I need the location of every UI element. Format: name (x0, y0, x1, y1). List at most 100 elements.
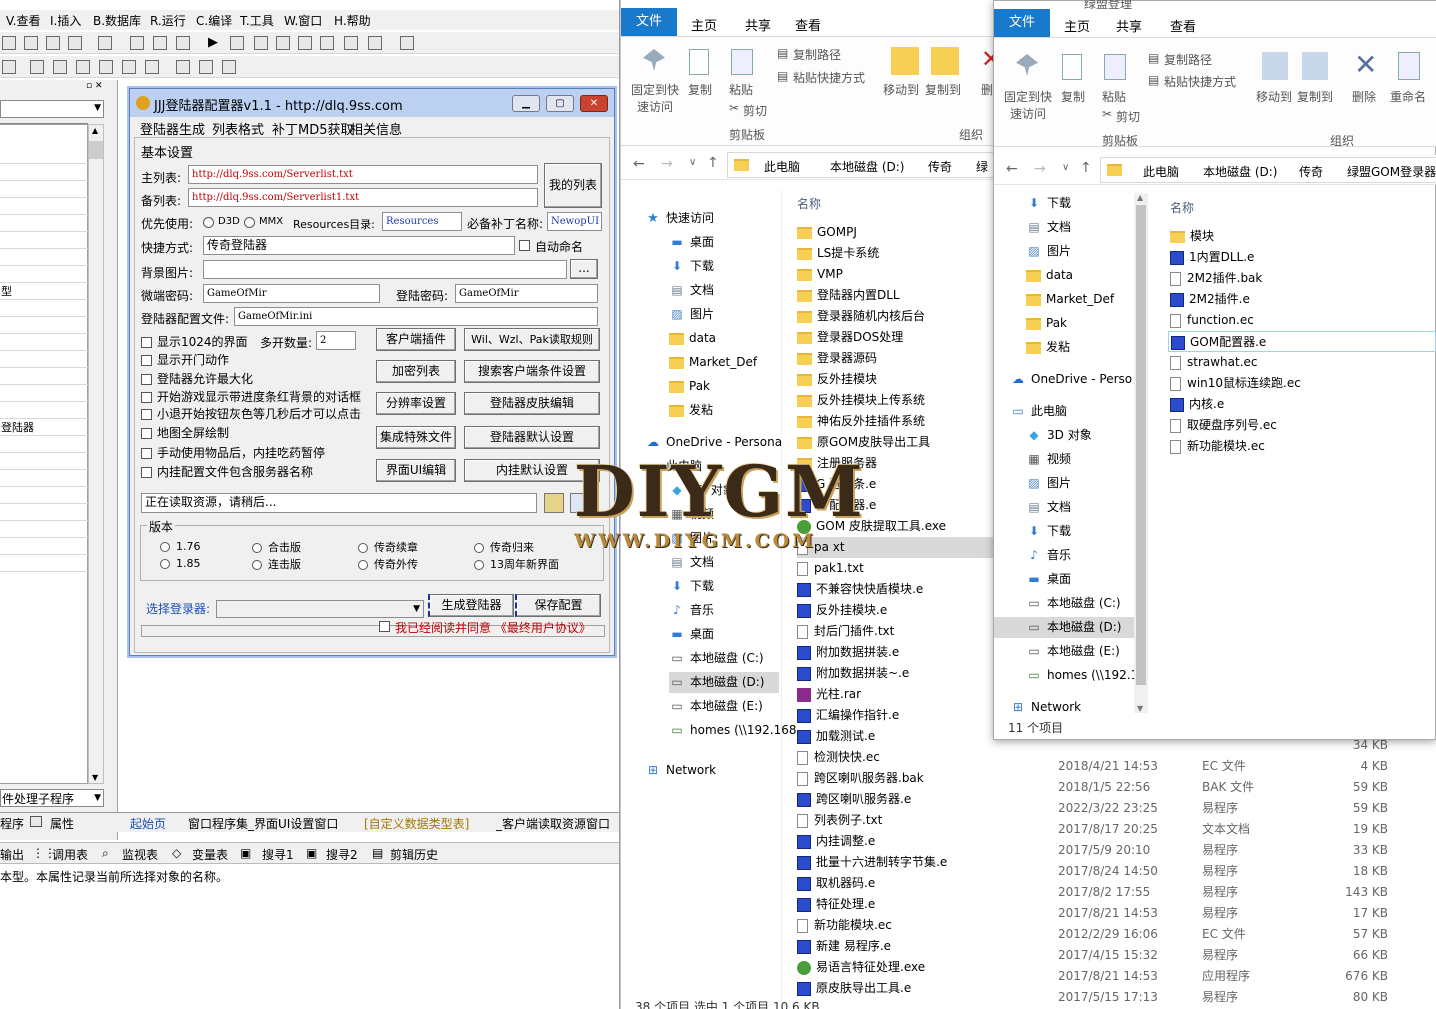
panel-buttons[interactable]: ▫ ✕ (86, 81, 114, 93)
property-row[interactable] (0, 232, 88, 249)
crumb-legend[interactable]: 传奇 (928, 158, 952, 175)
menu-item-7[interactable]: H.帮助 (334, 12, 371, 29)
nav-item[interactable]: ⬇ 下载 (669, 576, 779, 597)
menu-item-0[interactable]: V.查看 (6, 12, 40, 29)
nav-item[interactable]: ▭ 本地磁盘 (C:) (1026, 593, 1138, 614)
tab-md5[interactable]: 补丁MD5获取 (272, 119, 354, 138)
back-icon[interactable]: ← (1006, 161, 1018, 177)
nav-item[interactable]: ▭ 此电脑 (1010, 401, 1138, 422)
property-row[interactable] (0, 198, 88, 215)
nav-item[interactable]: 发粘 (1026, 337, 1138, 358)
align-center-icon[interactable] (30, 60, 44, 74)
auto-name-checkbox[interactable] (519, 240, 530, 251)
tab-generate[interactable]: 登陆器生成 (140, 119, 205, 138)
nav-item[interactable]: ▬ 桌面 (1026, 569, 1138, 590)
property-row[interactable] (0, 402, 88, 419)
property-row[interactable] (0, 453, 88, 470)
pin-quick-access-button[interactable]: 固定到快速访问 (627, 81, 683, 115)
property-row[interactable] (0, 555, 88, 572)
tab-home[interactable]: 主页 (1064, 16, 1090, 35)
breadcrumb[interactable]: 此电脑 本地磁盘 (D:) 传奇 绿盟GOM登录器 (1100, 157, 1436, 183)
nav-item[interactable]: ▭ 本地磁盘 (E:) (669, 696, 779, 717)
shortcut-input[interactable]: 传奇登陆器 (203, 236, 515, 255)
menu-item-2[interactable]: B.数据库 (93, 12, 141, 29)
nav-item[interactable]: ▭ 本地磁盘 (D:) (669, 672, 779, 693)
column-name-header[interactable]: 名称 (797, 195, 821, 212)
bg-input[interactable] (203, 260, 567, 279)
tab-share[interactable]: 共享 (745, 15, 771, 34)
config-file-input[interactable]: GameOfMir.ini (234, 307, 598, 326)
stop-icon[interactable] (230, 36, 244, 50)
tab-view[interactable]: 查看 (1170, 16, 1196, 35)
property-row[interactable] (0, 181, 88, 198)
property-row[interactable] (0, 487, 88, 504)
nav-item[interactable]: Pak (669, 376, 779, 397)
micro-pwd-input[interactable]: GameOfMir (203, 284, 380, 303)
property-row[interactable] (0, 300, 88, 317)
tab-property[interactable]: 属性 (50, 815, 74, 832)
cut-button[interactable]: 剪切 (1116, 108, 1140, 125)
property-row[interactable] (0, 249, 88, 266)
property-row[interactable] (0, 334, 88, 351)
crumb-drive[interactable]: 本地磁盘 (D:) (830, 158, 904, 175)
close-button[interactable]: ✕ (580, 95, 608, 112)
skin-edit-button[interactable]: 登陆器皮肤编辑 (464, 392, 600, 415)
tab-read-resource[interactable]: _客户端读取资源窗口 (496, 815, 610, 832)
tab-share[interactable]: 共享 (1116, 16, 1142, 35)
read-rules-button[interactable]: Wil、Wzl、Pak读取规则 (464, 328, 600, 351)
crumb-pc[interactable]: 此电脑 (1143, 163, 1179, 180)
crumb-folder[interactable]: 绿 (976, 158, 988, 175)
client-plugin-button[interactable]: 客户端插件 (376, 328, 456, 351)
nav-item[interactable]: ⊞ Network (1010, 697, 1138, 718)
spacing-icon[interactable] (99, 60, 113, 74)
menu-item-5[interactable]: T.工具 (240, 12, 274, 29)
nav-item[interactable]: ▤ 文档 (669, 280, 779, 301)
mmx-radio[interactable] (244, 217, 255, 228)
tool-icon[interactable] (400, 36, 414, 50)
forward-icon[interactable]: → (661, 156, 673, 172)
patch-input[interactable]: NewopUI (547, 212, 602, 231)
rename-button[interactable]: 重命名 (1390, 88, 1426, 105)
nav-item[interactable]: Market_Def (1026, 289, 1138, 310)
copy-to-button[interactable]: 复制到 (925, 81, 961, 98)
version-radio[interactable] (358, 542, 368, 553)
maximize-button[interactable]: ▢ (546, 95, 574, 112)
grid-icon[interactable] (222, 60, 236, 74)
property-row[interactable] (0, 317, 88, 334)
crumb-folder[interactable]: 绿盟GOM登录器 (1347, 163, 1436, 180)
tab-start-page[interactable]: 起始页 (130, 815, 166, 832)
default-settings-button[interactable]: 登陆器默认设置 (464, 426, 600, 449)
cut-button[interactable]: 剪切 (743, 102, 767, 119)
nav-item[interactable]: ☁ OneDrive - Perso (1010, 369, 1138, 390)
object-combo[interactable]: ▼ (0, 100, 104, 118)
file-row[interactable]: strawhat.ec (1168, 352, 1436, 373)
up-icon[interactable]: ↑ (707, 155, 719, 171)
version-radio[interactable] (474, 542, 484, 553)
version-radio[interactable] (358, 559, 368, 570)
scroll-thumb[interactable] (89, 141, 103, 159)
breadcrumb[interactable]: 此电脑 本地磁盘 (D:) 传奇 绿 (727, 152, 995, 178)
crumb-legend[interactable]: 传奇 (1299, 163, 1323, 180)
version-radio[interactable] (160, 541, 170, 552)
crumb-drive[interactable]: 本地磁盘 (D:) (1203, 163, 1277, 180)
delete-button[interactable]: 删除 (1352, 88, 1376, 105)
select-login-combo[interactable]: ▼ (216, 600, 424, 618)
file-row[interactable]: 取硬盘序列号.ec (1168, 415, 1436, 436)
tab-home[interactable]: 主页 (691, 15, 717, 34)
file-row[interactable]: win10鼠标连续跑.ec (1168, 373, 1436, 394)
delete-button[interactable]: 删 (981, 81, 993, 98)
property-row[interactable] (0, 436, 88, 453)
scroll-down-icon[interactable]: ▼ (1137, 704, 1143, 713)
menu-item-1[interactable]: I.插入 (50, 12, 81, 29)
dialog-titlebar[interactable]: JJJ登陆器配置器v1.1 - http://dlq.9ss.com ▁ ▢ ✕ (130, 89, 614, 117)
window2-icon[interactable] (153, 36, 167, 50)
copy-button[interactable]: 复制 (1061, 88, 1085, 105)
nav-item[interactable]: ▭ 本地磁盘 (D:) (994, 617, 1134, 638)
option-checkbox[interactable] (141, 448, 152, 459)
titlebar[interactable]: 绿盟登理 (994, 0, 1436, 11)
nav-item[interactable]: ▭ homes (\\192.168 (669, 720, 796, 741)
property-row[interactable]: 型 (0, 283, 88, 300)
nav-item[interactable]: ⬇ 下载 (1026, 193, 1138, 214)
option-checkbox[interactable] (141, 428, 152, 439)
backup-list-input[interactable]: http://dlq.9ss.com/Serverlist1.txt (188, 188, 538, 207)
